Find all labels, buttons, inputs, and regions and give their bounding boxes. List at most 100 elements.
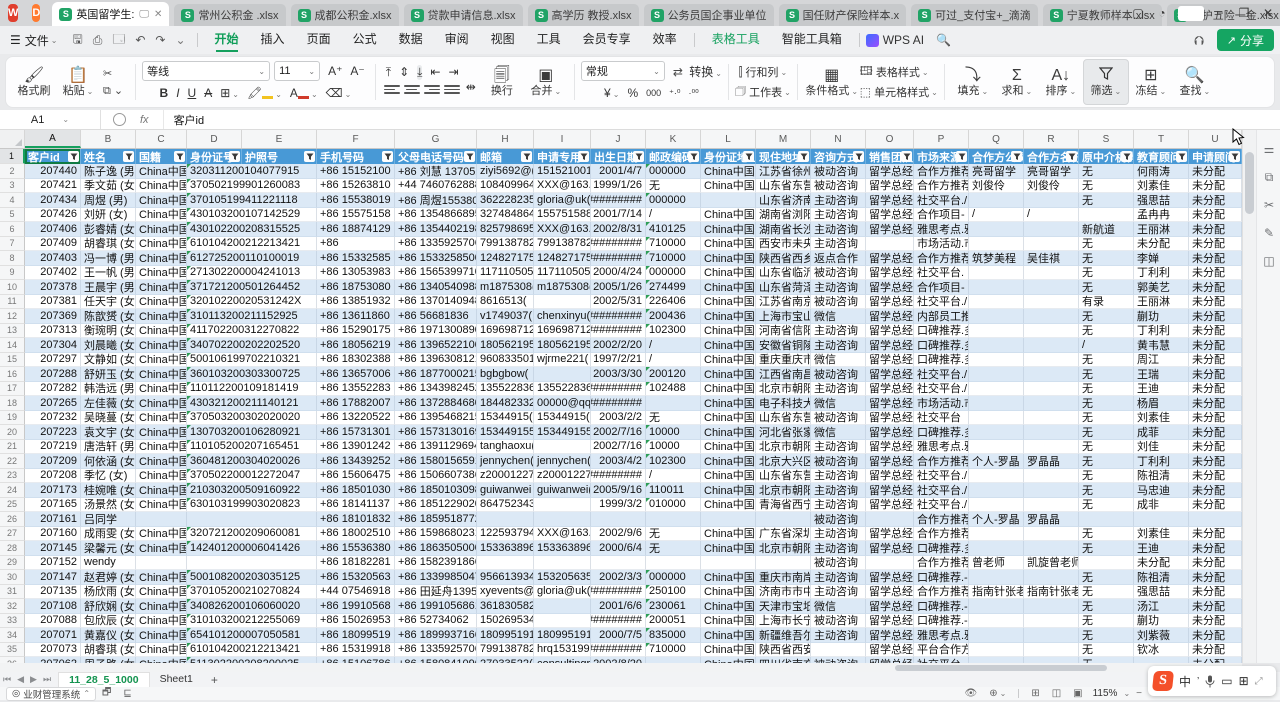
cell[interactable]: 青海省西宁	[756, 498, 811, 513]
cell[interactable]: +86 1396522100	[395, 338, 477, 353]
cell[interactable]: 370502200012272047	[187, 469, 317, 484]
cell[interactable]: 王丽淋	[1134, 222, 1189, 237]
filter-dropdown-icon[interactable]	[229, 151, 240, 162]
cell[interactable]	[1079, 512, 1134, 527]
cell[interactable]: 340702200202202520	[187, 338, 317, 353]
cell[interactable]: 207135	[25, 585, 81, 600]
row-number[interactable]: 2	[0, 164, 25, 179]
cell[interactable]: 180562195	[477, 338, 534, 353]
cell[interactable]: 10000	[646, 440, 701, 455]
cell[interactable]: +86 15536380	[317, 541, 395, 556]
target-icon[interactable]: ⊕⌄	[989, 688, 1006, 699]
page-view-icon[interactable]: ◫	[1052, 688, 1061, 699]
cell[interactable]: China中国	[701, 469, 756, 484]
cell[interactable]: 10000	[646, 425, 701, 440]
cell[interactable]: 留学总经办	[866, 295, 914, 310]
cell[interactable]: +86 18002510	[317, 527, 395, 542]
cell[interactable]: 被动咨询	[811, 179, 866, 194]
cell[interactable]	[1024, 382, 1079, 397]
cell[interactable]: 207282	[25, 382, 81, 397]
cell[interactable]: 社交平台./	[914, 382, 969, 397]
cell[interactable]: 微信	[811, 396, 866, 411]
name-box[interactable]: A1⌄	[0, 110, 101, 129]
cell[interactable]: 社交平台./	[914, 367, 969, 382]
cell[interactable]: 207313	[25, 324, 81, 339]
cell[interactable]: 重庆市南岸	[756, 570, 811, 585]
underline-button[interactable]: U	[188, 86, 197, 100]
cell[interactable]: 孟冉冉	[1134, 208, 1189, 223]
cell[interactable]: +86 1991056861	[395, 599, 477, 614]
cell[interactable]: 江西省南昌	[756, 367, 811, 382]
cell[interactable]: #########	[591, 614, 646, 629]
filter-dropdown-icon[interactable]	[304, 151, 315, 162]
cell[interactable]: China中国	[136, 411, 187, 426]
cell[interactable]: 西安市未央	[756, 237, 811, 252]
skin-icon[interactable]: ◔	[1150, 0, 1174, 26]
cell[interactable]: 835000	[646, 628, 701, 643]
cell[interactable]: 未分配	[1189, 469, 1242, 484]
minimize-button[interactable]: −	[1208, 0, 1232, 26]
cell[interactable]	[969, 469, 1024, 484]
cell[interactable]: 袁文宇 (女	[81, 425, 136, 440]
horizontal-scrollbar-thumb[interactable]	[895, 665, 1107, 671]
row-number[interactable]: 5	[0, 208, 25, 223]
column-header[interactable]: 现住地址	[756, 149, 811, 164]
cell[interactable]: 河南省信阳	[756, 324, 811, 339]
sum-button[interactable]: Σ 求和⌄	[995, 60, 1039, 104]
cell[interactable]: China中国	[701, 483, 756, 498]
cell[interactable]: China中国	[136, 498, 187, 513]
ime-punct-icon[interactable]: ’	[1197, 676, 1199, 687]
cell[interactable]: China中国	[136, 483, 187, 498]
cell[interactable]	[969, 367, 1024, 382]
filter-dropdown-icon[interactable]	[382, 151, 393, 162]
cell[interactable]: 合作项目-	[914, 208, 969, 223]
cell[interactable]: +86 18099519	[317, 628, 395, 643]
cell[interactable]	[1024, 425, 1079, 440]
cell[interactable]	[1024, 338, 1079, 353]
cell[interactable]: China中国	[136, 570, 187, 585]
ime-mic-icon[interactable]	[1205, 675, 1215, 688]
row-number[interactable]: 35	[0, 643, 25, 658]
cell[interactable]: #########	[591, 237, 646, 252]
cell[interactable]: 刘俊伶	[1024, 179, 1079, 194]
font-size-select[interactable]: 11⌄	[274, 61, 320, 81]
cell[interactable]: 153449155	[477, 425, 534, 440]
column-header[interactable]: 父母电话号码	[395, 149, 477, 164]
cell[interactable]	[1024, 440, 1079, 455]
cell[interactable]: 122593794	[477, 527, 534, 542]
cell[interactable]	[1024, 222, 1079, 237]
cell[interactable]	[1024, 280, 1079, 295]
column-letter-C[interactable]: C	[136, 130, 187, 148]
upgrade-icon[interactable]: ⮉	[1194, 33, 1204, 49]
cell[interactable]: 主动咨询	[811, 382, 866, 397]
cell[interactable]: +86 18753080	[317, 280, 395, 295]
row-number[interactable]: 26	[0, 512, 25, 527]
document-tab[interactable]: S常州公积金 .xlsx	[174, 4, 285, 26]
cell[interactable]: 未分配	[1189, 164, 1242, 179]
cell[interactable]: 000000	[646, 570, 701, 585]
cell[interactable]: China中国	[701, 251, 756, 266]
redo-icon[interactable]: ↷	[155, 33, 165, 47]
cell[interactable]	[969, 498, 1024, 513]
cell[interactable]	[646, 512, 701, 527]
cell[interactable]: China中国	[136, 454, 187, 469]
cell[interactable]	[1024, 541, 1079, 556]
cell[interactable]: 彭睿婧 (女	[81, 222, 136, 237]
cell[interactable]: 未分配	[1189, 425, 1242, 440]
filter-dropdown-icon[interactable]	[578, 151, 589, 162]
cell[interactable]: 何依涵 (女	[81, 454, 136, 469]
filter-dropdown-icon[interactable]	[633, 151, 644, 162]
cell[interactable]: 赵君婷 (女	[81, 570, 136, 585]
column-header[interactable]: 销售团队	[866, 149, 914, 164]
cell[interactable]: 207208	[25, 469, 81, 484]
cell[interactable]: 无	[1079, 164, 1134, 179]
cell[interactable]: 2000/6/4	[591, 541, 646, 556]
cell[interactable]: 320311200104077915	[187, 164, 317, 179]
cell[interactable]: 刘俊伶	[969, 179, 1024, 194]
wrap-text-button[interactable]: 🗐 换行	[480, 60, 524, 104]
cell[interactable]: 无	[1079, 179, 1134, 194]
cell[interactable]	[1024, 498, 1079, 513]
cell[interactable]: China中国	[701, 585, 756, 600]
row-number[interactable]: 33	[0, 614, 25, 629]
cell[interactable]: 蒯玏	[1134, 614, 1189, 629]
